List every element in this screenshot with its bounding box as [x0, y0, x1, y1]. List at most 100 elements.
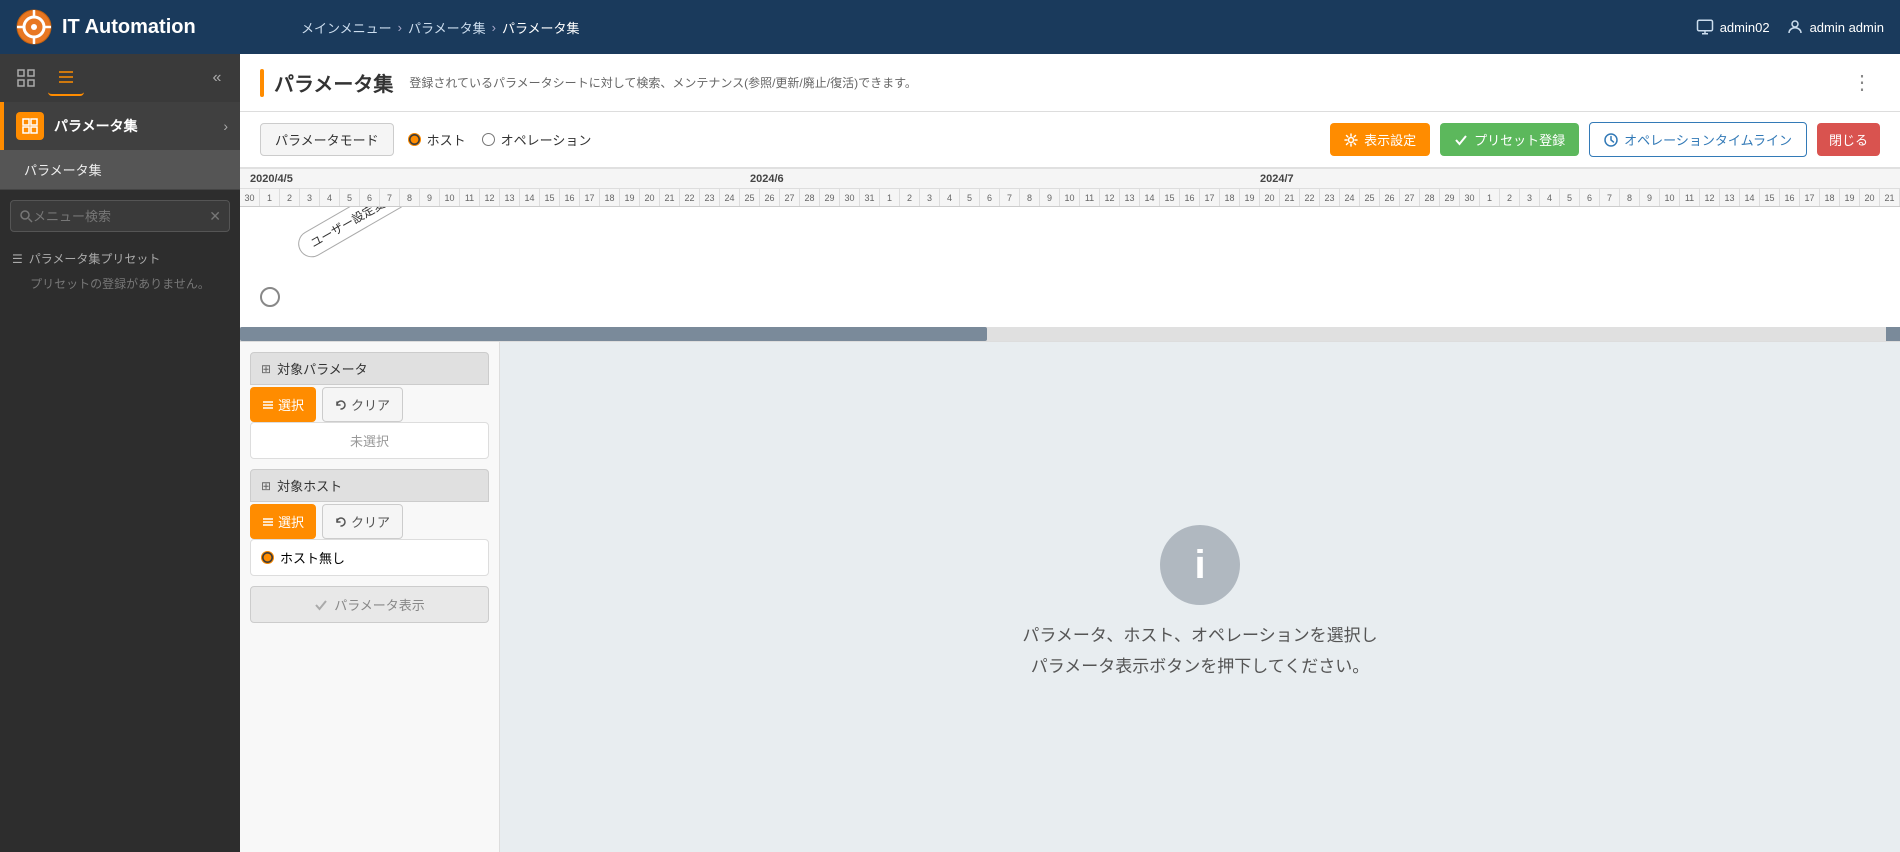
timeline-date-cell: 10 — [440, 189, 460, 207]
timeline-date-cell: 19 — [1840, 189, 1860, 207]
sidebar-sub-label: パラメータ集 — [24, 160, 102, 179]
timeline-date-cell: 17 — [1200, 189, 1220, 207]
host-select-button[interactable]: 選択 — [250, 504, 316, 539]
timeline-date-cell: 3 — [300, 189, 320, 207]
timeline-date-cell: 5 — [1560, 189, 1580, 207]
page-menu-btn[interactable]: ⋮ — [1844, 66, 1880, 99]
timeline-date-cell: 2 — [900, 189, 920, 207]
operation-timeline-label: オペレーションタイムライン — [1624, 130, 1792, 149]
user-profile-item[interactable]: admin admin — [1786, 18, 1884, 36]
preset-register-button[interactable]: プリセット登録 — [1440, 123, 1579, 156]
host-no-host-radio[interactable] — [261, 551, 274, 564]
radio-operation-input[interactable] — [482, 133, 495, 146]
timeline-date-cell: 3 — [1520, 189, 1540, 207]
timeline-date-cell: 2 — [1500, 189, 1520, 207]
radio-host-label[interactable]: ホスト — [408, 130, 466, 149]
timeline-event: ユーザー設定変更 — [293, 207, 412, 262]
host-grid-icon: ⊞ — [261, 479, 271, 493]
host-section-title: 対象ホスト — [277, 476, 342, 495]
page-title-bar: パラメータ集 — [260, 68, 393, 97]
breadcrumb-sep-1: › — [398, 20, 402, 35]
timeline-date-cell: 20 — [1860, 189, 1880, 207]
timeline-date-cell: 11 — [1080, 189, 1100, 207]
host-no-host-label: ホスト無し — [280, 548, 345, 567]
info-text-line2: パラメータ表示ボタンを押下してください。 — [1022, 652, 1377, 683]
timeline-date-cell: 21 — [1880, 189, 1900, 207]
search-clear-btn[interactable]: ✕ — [209, 208, 221, 225]
param-select-button[interactable]: 選択 — [250, 387, 316, 422]
list-icon — [262, 399, 274, 411]
parameter-mode-button[interactable]: パラメータモード — [260, 123, 394, 156]
preset-header-label: パラメータ集プリセット — [29, 250, 161, 267]
timeline-date-cell: 6 — [980, 189, 1000, 207]
timeline-date-cell: 11 — [460, 189, 480, 207]
sidebar-menu-label: パラメータ集 — [54, 116, 138, 136]
param-section-title: 対象パラメータ — [277, 359, 368, 378]
user-monitor-item[interactable]: admin02 — [1696, 18, 1770, 36]
timeline-date-cell: 4 — [320, 189, 340, 207]
sidebar-menu-icon — [16, 112, 44, 140]
timeline-date-cell: 8 — [1620, 189, 1640, 207]
sidebar-item-parameters[interactable]: パラメータ集 › — [0, 102, 240, 150]
search-input[interactable] — [33, 209, 209, 224]
timeline-date-cell: 18 — [1820, 189, 1840, 207]
operation-timeline-button[interactable]: オペレーションタイムライン — [1589, 122, 1807, 157]
timeline-date-cell: 7 — [1600, 189, 1620, 207]
param-clear-label: クリア — [351, 395, 390, 414]
search-icon — [19, 209, 33, 223]
timeline-date-cell: 29 — [820, 189, 840, 207]
timeline-date-cell: 26 — [760, 189, 780, 207]
right-panel: i パラメータ、ホスト、オペレーションを選択し パラメータ表示ボタンを押下してく… — [500, 342, 1900, 852]
host-clear-button[interactable]: クリア — [322, 504, 403, 539]
timeline-date-cell: 22 — [1300, 189, 1320, 207]
timeline-date-cell: 27 — [780, 189, 800, 207]
timeline-date-cell: 29 — [1440, 189, 1460, 207]
main-content: パラメータ集 登録されているパラメータシートに対して検索、メンテナンス(参照/更… — [240, 54, 1900, 852]
timeline-date-cell: 14 — [1740, 189, 1760, 207]
radio-host-input[interactable] — [408, 133, 421, 146]
timeline-date-cell: 12 — [1700, 189, 1720, 207]
breadcrumb-item-2[interactable]: パラメータ集 — [408, 18, 486, 37]
timeline-date-cell: 15 — [540, 189, 560, 207]
sidebar-collapse-btn[interactable]: « — [202, 63, 232, 93]
display-settings-button[interactable]: 表示設定 — [1330, 123, 1430, 156]
timeline-date-cell: 28 — [800, 189, 820, 207]
sidebar-grid-icon[interactable] — [8, 60, 44, 96]
radio-operation-label[interactable]: オペレーション — [482, 130, 592, 149]
user-name-label: admin admin — [1810, 20, 1884, 35]
sidebar-search-container: ✕ — [10, 200, 230, 232]
timeline-scrollbar[interactable] — [240, 327, 1900, 341]
logo-icon — [16, 9, 52, 45]
timeline-scrollbar-thumb[interactable] — [240, 327, 987, 341]
timeline-date-cell: 18 — [600, 189, 620, 207]
timeline-date-cell: 13 — [500, 189, 520, 207]
host-clear-label: クリア — [351, 512, 390, 531]
breadcrumb-sep-2: › — [492, 20, 496, 35]
preset-empty-msg: プリセットの登録がありません。 — [0, 271, 240, 296]
param-clear-button[interactable]: クリア — [322, 387, 403, 422]
toolbar: パラメータモード ホスト オペレーション 表示設定 プリセット登録 — [240, 112, 1900, 169]
timeline-date-cell: 9 — [1040, 189, 1060, 207]
sidebar-list-icon[interactable] — [48, 60, 84, 96]
timeline-date-cell: 8 — [1020, 189, 1040, 207]
timeline-date-cell: 30 — [840, 189, 860, 207]
preset-header-icon: ☰ — [12, 252, 23, 266]
timeline-date-cell: 12 — [1100, 189, 1120, 207]
logo-area: IT Automation — [16, 9, 301, 45]
param-section: ⊞ 対象パラメータ 選択 — [250, 352, 489, 459]
breadcrumb-item-1[interactable]: メインメニュー — [301, 18, 392, 37]
timeline-date-cell: 4 — [1540, 189, 1560, 207]
clear-icon — [335, 399, 347, 411]
monitor-icon — [1696, 18, 1714, 36]
timeline-scrollbar-end[interactable] — [1886, 327, 1900, 341]
close-button[interactable]: 閉じる — [1817, 123, 1880, 156]
timeline-date-cell: 21 — [660, 189, 680, 207]
timeline-date-cell: 30 — [240, 189, 260, 207]
param-grid-icon: ⊞ — [261, 362, 271, 376]
timeline-date-cell: 5 — [340, 189, 360, 207]
param-btn-row: 選択 クリア — [250, 387, 489, 422]
clock-icon — [1604, 133, 1618, 147]
sidebar-sub-item-parameters[interactable]: パラメータ集 — [0, 150, 240, 190]
timeline-date-cell: 27 — [1400, 189, 1420, 207]
timeline-date-cell: 22 — [680, 189, 700, 207]
